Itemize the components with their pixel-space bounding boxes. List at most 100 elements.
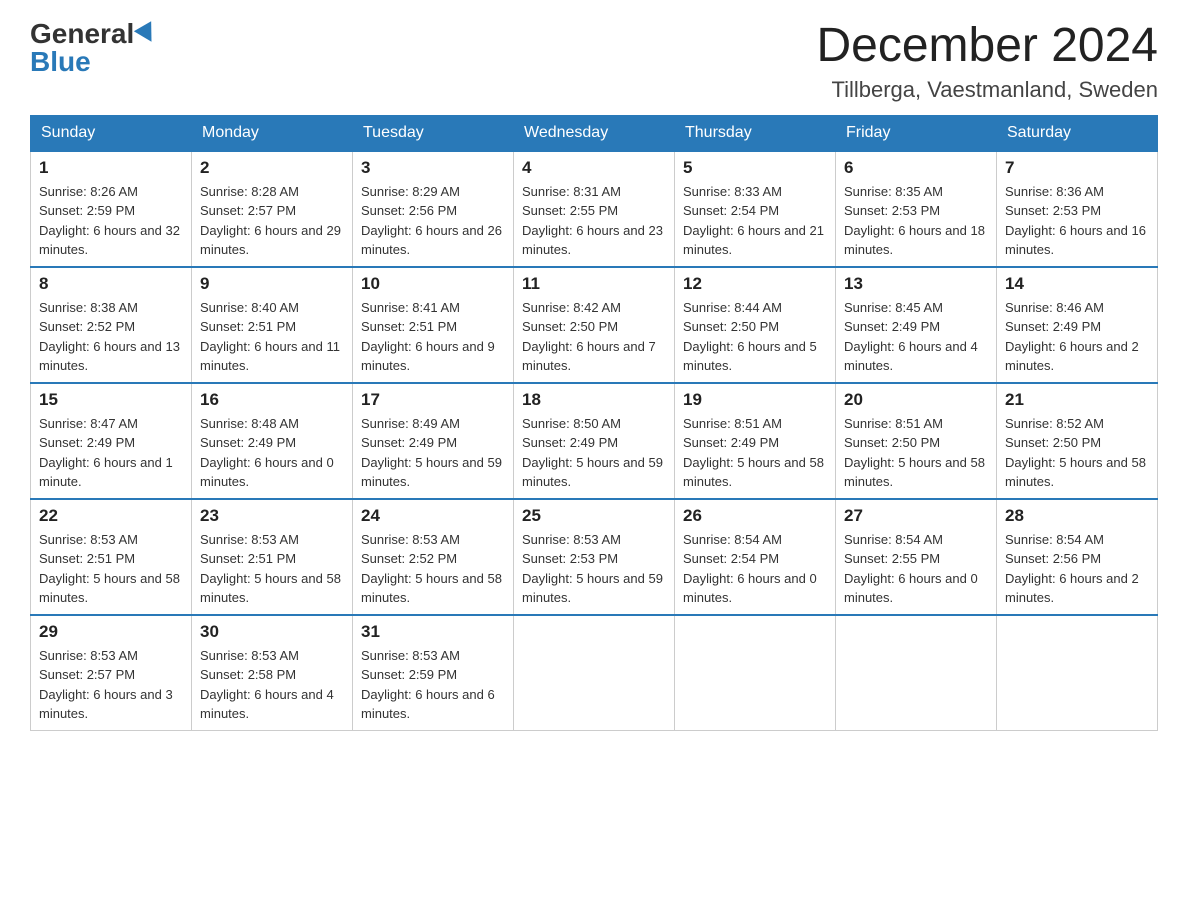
day-info: Sunrise: 8:41 AMSunset: 2:51 PMDaylight:… (361, 298, 505, 376)
day-info: Sunrise: 8:52 AMSunset: 2:50 PMDaylight:… (1005, 414, 1149, 492)
calendar-cell: 20 Sunrise: 8:51 AMSunset: 2:50 PMDayligh… (836, 383, 997, 499)
day-number: 10 (361, 274, 505, 294)
day-number: 28 (1005, 506, 1149, 526)
calendar-cell: 31Sunrise: 8:53 AMSunset: 2:59 PMDayligh… (353, 615, 514, 731)
calendar-cell: 16 Sunrise: 8:48 AMSunset: 2:49 PMDayligh… (192, 383, 353, 499)
calendar-cell: 3 Sunrise: 8:29 AMSunset: 2:56 PMDaylight… (353, 151, 514, 267)
day-number: 29 (39, 622, 183, 642)
logo-blue-text: Blue (30, 46, 91, 77)
location-subtitle: Tillberga, Vaestmanland, Sweden (816, 77, 1158, 103)
calendar-cell: 10 Sunrise: 8:41 AMSunset: 2:51 PMDayligh… (353, 267, 514, 383)
day-info: Sunrise: 8:26 AMSunset: 2:59 PMDaylight:… (39, 182, 183, 260)
calendar-cell: 8 Sunrise: 8:38 AMSunset: 2:52 PMDaylight… (31, 267, 192, 383)
day-number: 11 (522, 274, 666, 294)
day-info: Sunrise: 8:51 AMSunset: 2:50 PMDaylight:… (844, 414, 988, 492)
calendar-cell: 13 Sunrise: 8:45 AMSunset: 2:49 PMDayligh… (836, 267, 997, 383)
day-info: Sunrise: 8:54 AMSunset: 2:54 PMDaylight:… (683, 530, 827, 608)
day-number: 30 (200, 622, 344, 642)
header-monday: Monday (192, 115, 353, 151)
calendar-cell: 26 Sunrise: 8:54 AMSunset: 2:54 PMDayligh… (675, 499, 836, 615)
calendar-cell: 12 Sunrise: 8:44 AMSunset: 2:50 PMDayligh… (675, 267, 836, 383)
day-info: Sunrise: 8:29 AMSunset: 2:56 PMDaylight:… (361, 182, 505, 260)
day-number: 23 (200, 506, 344, 526)
calendar-cell: 19 Sunrise: 8:51 AMSunset: 2:49 PMDayligh… (675, 383, 836, 499)
day-info: Sunrise: 8:47 AMSunset: 2:49 PMDaylight:… (39, 414, 183, 492)
day-info: Sunrise: 8:54 AMSunset: 2:55 PMDaylight:… (844, 530, 988, 608)
day-number: 16 (200, 390, 344, 410)
weekday-header-row: Sunday Monday Tuesday Wednesday Thursday… (31, 115, 1158, 151)
day-number: 14 (1005, 274, 1149, 294)
day-number: 5 (683, 158, 827, 178)
week-row-4: 22 Sunrise: 8:53 AMSunset: 2:51 PMDayligh… (31, 499, 1158, 615)
day-number: 31 (361, 622, 505, 642)
header-tuesday: Tuesday (353, 115, 514, 151)
week-row-3: 15 Sunrise: 8:47 AMSunset: 2:49 PMDayligh… (31, 383, 1158, 499)
month-title: December 2024 (816, 20, 1158, 73)
day-number: 25 (522, 506, 666, 526)
day-info: Sunrise: 8:53 AMSunset: 2:53 PMDaylight:… (522, 530, 666, 608)
header-friday: Friday (836, 115, 997, 151)
calendar-cell: 6 Sunrise: 8:35 AMSunset: 2:53 PMDaylight… (836, 151, 997, 267)
calendar-cell: 4Sunrise: 8:31 AMSunset: 2:55 PMDaylight… (514, 151, 675, 267)
header-wednesday: Wednesday (514, 115, 675, 151)
day-info: Sunrise: 8:31 AMSunset: 2:55 PMDaylight:… (522, 182, 666, 260)
calendar-cell: 30 Sunrise: 8:53 AMSunset: 2:58 PMDayligh… (192, 615, 353, 731)
day-info: Sunrise: 8:50 AMSunset: 2:49 PMDaylight:… (522, 414, 666, 492)
day-number: 3 (361, 158, 505, 178)
day-number: 24 (361, 506, 505, 526)
week-row-2: 8 Sunrise: 8:38 AMSunset: 2:52 PMDaylight… (31, 267, 1158, 383)
day-number: 6 (844, 158, 988, 178)
calendar-cell: 27 Sunrise: 8:54 AMSunset: 2:55 PMDayligh… (836, 499, 997, 615)
day-number: 20 (844, 390, 988, 410)
day-number: 12 (683, 274, 827, 294)
calendar-cell: 23Sunrise: 8:53 AMSunset: 2:51 PMDayligh… (192, 499, 353, 615)
day-info: Sunrise: 8:38 AMSunset: 2:52 PMDaylight:… (39, 298, 183, 376)
day-info: Sunrise: 8:53 AMSunset: 2:57 PMDaylight:… (39, 646, 183, 724)
day-info: Sunrise: 8:53 AMSunset: 2:51 PMDaylight:… (39, 530, 183, 608)
calendar-cell: 28 Sunrise: 8:54 AMSunset: 2:56 PMDayligh… (997, 499, 1158, 615)
day-number: 18 (522, 390, 666, 410)
day-info: Sunrise: 8:51 AMSunset: 2:49 PMDaylight:… (683, 414, 827, 492)
day-number: 21 (1005, 390, 1149, 410)
calendar-cell (514, 615, 675, 731)
calendar-cell: 5Sunrise: 8:33 AMSunset: 2:54 PMDaylight… (675, 151, 836, 267)
day-number: 13 (844, 274, 988, 294)
calendar-cell: 21 Sunrise: 8:52 AMSunset: 2:50 PMDayligh… (997, 383, 1158, 499)
calendar-cell: 11 Sunrise: 8:42 AMSunset: 2:50 PMDayligh… (514, 267, 675, 383)
logo-triangle-icon (134, 21, 160, 47)
calendar-cell: 7Sunrise: 8:36 AMSunset: 2:53 PMDaylight… (997, 151, 1158, 267)
day-number: 26 (683, 506, 827, 526)
day-info: Sunrise: 8:35 AMSunset: 2:53 PMDaylight:… (844, 182, 988, 260)
calendar-cell: 14 Sunrise: 8:46 AMSunset: 2:49 PMDayligh… (997, 267, 1158, 383)
week-row-5: 29 Sunrise: 8:53 AMSunset: 2:57 PMDayligh… (31, 615, 1158, 731)
header-thursday: Thursday (675, 115, 836, 151)
day-info: Sunrise: 8:53 AMSunset: 2:52 PMDaylight:… (361, 530, 505, 608)
day-info: Sunrise: 8:53 AMSunset: 2:58 PMDaylight:… (200, 646, 344, 724)
day-info: Sunrise: 8:28 AMSunset: 2:57 PMDaylight:… (200, 182, 344, 260)
header-saturday: Saturday (997, 115, 1158, 151)
day-number: 27 (844, 506, 988, 526)
calendar-cell: 2Sunrise: 8:28 AMSunset: 2:57 PMDaylight… (192, 151, 353, 267)
logo-general-text: General (30, 20, 134, 48)
calendar-cell: 17Sunrise: 8:49 AMSunset: 2:49 PMDayligh… (353, 383, 514, 499)
calendar-cell (997, 615, 1158, 731)
day-number: 22 (39, 506, 183, 526)
day-number: 19 (683, 390, 827, 410)
calendar-cell: 25 Sunrise: 8:53 AMSunset: 2:53 PMDayligh… (514, 499, 675, 615)
calendar-cell (675, 615, 836, 731)
day-number: 8 (39, 274, 183, 294)
day-info: Sunrise: 8:46 AMSunset: 2:49 PMDaylight:… (1005, 298, 1149, 376)
day-info: Sunrise: 8:49 AMSunset: 2:49 PMDaylight:… (361, 414, 505, 492)
day-info: Sunrise: 8:45 AMSunset: 2:49 PMDaylight:… (844, 298, 988, 376)
day-info: Sunrise: 8:44 AMSunset: 2:50 PMDaylight:… (683, 298, 827, 376)
calendar-cell: 1Sunrise: 8:26 AMSunset: 2:59 PMDaylight… (31, 151, 192, 267)
day-info: Sunrise: 8:54 AMSunset: 2:56 PMDaylight:… (1005, 530, 1149, 608)
calendar-cell (836, 615, 997, 731)
day-info: Sunrise: 8:42 AMSunset: 2:50 PMDaylight:… (522, 298, 666, 376)
calendar-table: Sunday Monday Tuesday Wednesday Thursday… (30, 115, 1158, 731)
day-number: 15 (39, 390, 183, 410)
title-block: December 2024 Tillberga, Vaestmanland, S… (816, 20, 1158, 103)
day-info: Sunrise: 8:48 AMSunset: 2:49 PMDaylight:… (200, 414, 344, 492)
calendar-cell: 24 Sunrise: 8:53 AMSunset: 2:52 PMDayligh… (353, 499, 514, 615)
day-number: 9 (200, 274, 344, 294)
